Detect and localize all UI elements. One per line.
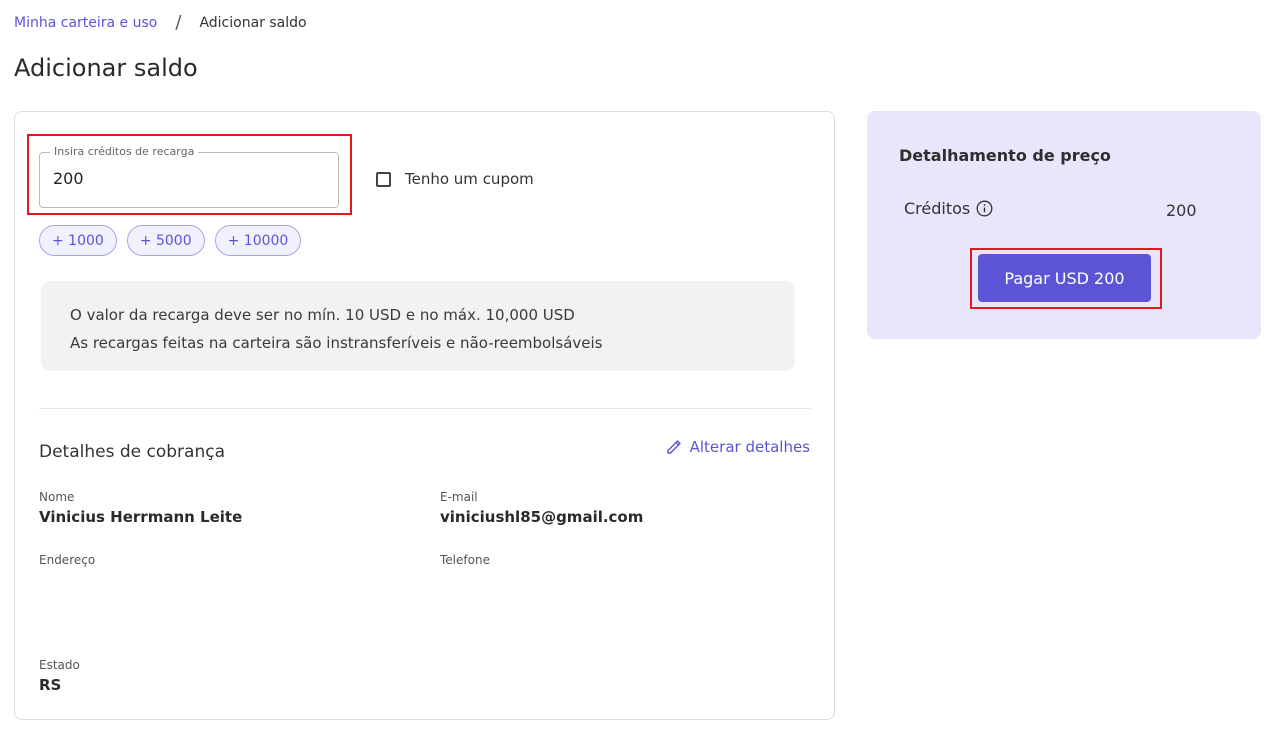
email-label: E-mail <box>440 490 478 504</box>
state-label: Estado <box>39 658 80 672</box>
state-value: RS <box>39 676 62 694</box>
email-value: viniciushl85@gmail.com <box>440 508 644 526</box>
info-icon[interactable] <box>976 200 993 217</box>
breadcrumb: Minha carteira e uso / Adicionar saldo <box>14 12 307 33</box>
price-breakdown-title: Detalhamento de preço <box>899 146 1111 165</box>
breadcrumb-separator: / <box>175 12 182 33</box>
coupon-checkbox[interactable]: Tenho um cupom <box>376 170 534 188</box>
page-title: Adicionar saldo <box>14 54 198 82</box>
credits-label: Créditos <box>904 199 971 218</box>
checkbox-icon[interactable] <box>376 171 391 187</box>
credits-value: 200 <box>1166 201 1197 220</box>
credits-label-row: Créditos <box>904 199 993 218</box>
address-label: Endereço <box>39 553 96 567</box>
chip-add-5000[interactable]: + 5000 <box>126 225 205 256</box>
quick-amount-chips: + 1000 + 5000 + 10000 <box>39 225 311 256</box>
price-breakdown-card: Detalhamento de preço Créditos 200 Pagar… <box>867 111 1261 339</box>
credit-amount-legend: Insira créditos de recarga <box>50 145 199 158</box>
name-value: Vinicius Herrmann Leite <box>39 508 243 526</box>
billing-title: Detalhes de cobrança <box>39 442 225 462</box>
recharge-info-box: O valor da recarga deve ser no mín. 10 U… <box>41 281 795 371</box>
info-line-limits: O valor da recarga deve ser no mín. 10 U… <box>70 306 575 324</box>
name-label: Nome <box>39 490 75 504</box>
recharge-card: Insira créditos de recarga Tenho um cupo… <box>14 111 835 720</box>
breadcrumb-wallet-link[interactable]: Minha carteira e uso <box>14 15 157 31</box>
edit-details-label: Alterar detalhes <box>689 438 810 456</box>
credit-amount-field[interactable]: Insira créditos de recarga <box>39 145 339 208</box>
edit-details-link[interactable]: Alterar detalhes <box>666 438 810 456</box>
phone-label: Telefone <box>440 553 490 567</box>
coupon-label: Tenho um cupom <box>405 170 534 188</box>
credit-amount-input[interactable] <box>53 169 323 188</box>
info-line-refund: As recargas feitas na carteira são instr… <box>70 334 603 352</box>
chip-add-10000[interactable]: + 10000 <box>214 225 302 256</box>
pencil-icon <box>666 440 681 454</box>
pay-button[interactable]: Pagar USD 200 <box>978 254 1151 302</box>
chip-add-1000[interactable]: + 1000 <box>39 225 117 256</box>
breadcrumb-current: Adicionar saldo <box>199 14 307 31</box>
section-divider <box>39 408 811 409</box>
